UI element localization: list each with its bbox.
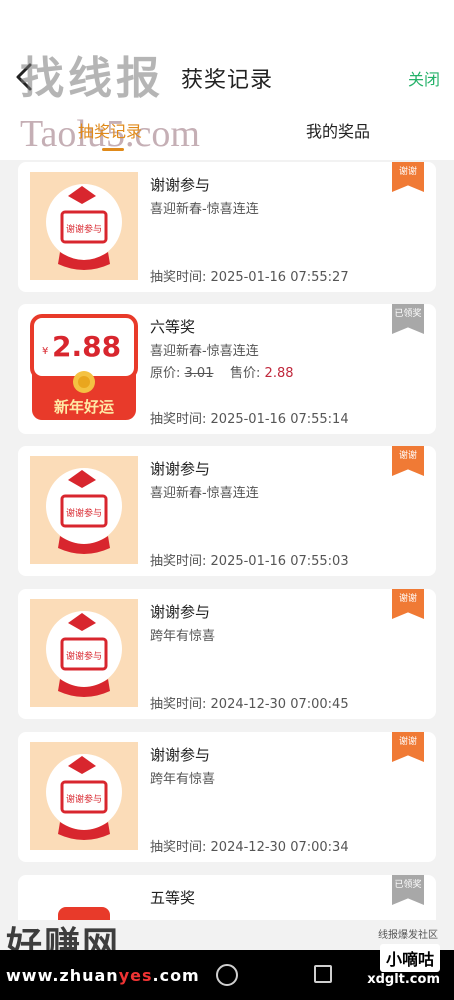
thanks-illustration-icon: 谢谢参与 (46, 611, 122, 697)
draw-time: 抽奖时间: 2025-01-16 07:55:03 (150, 554, 349, 569)
thanks-illustration-icon: 谢谢参与 (46, 468, 122, 554)
draw-time: 抽奖时间: 2024-12-30 07:00:45 (150, 697, 349, 712)
activity-name: 跨年有惊喜 (150, 629, 216, 644)
thanks-thumb-text: 谢谢参与 (66, 223, 102, 235)
status-ribbon: 谢谢 (392, 732, 424, 762)
record-card[interactable]: 谢谢参与 谢谢参与 跨年有惊喜 抽奖时间: 2024-12-30 07:00:3… (18, 732, 436, 862)
record-card[interactable]: 谢谢参与 谢谢参与 跨年有惊喜 抽奖时间: 2024-12-30 07:00:4… (18, 589, 436, 719)
status-ribbon: 谢谢 (392, 162, 424, 192)
thanks-thumbnail: 谢谢参与 (30, 456, 138, 564)
status-ribbon: 已领奖 (392, 875, 424, 905)
draw-time: 抽奖时间: 2025-01-16 07:55:14 (150, 412, 349, 427)
thanks-illustration-icon: 谢谢参与 (46, 184, 122, 270)
prize-name: 谢谢参与 (150, 176, 211, 194)
status-ribbon: 已领奖 (392, 304, 424, 334)
prize-name: 六等奖 (150, 318, 196, 336)
status-ribbon: 谢谢 (392, 446, 424, 476)
red-packet-thumbnail: ¥ 2.88 新年好运 (30, 314, 138, 422)
thanks-illustration-icon: 谢谢参与 (46, 754, 122, 840)
thanks-thumb-text: 谢谢参与 (66, 507, 102, 519)
watermark-badge-subtitle: 线报爆发社区 (378, 930, 438, 941)
home-circle-icon[interactable] (216, 964, 238, 986)
prize-name: 五等奖 (150, 889, 196, 907)
record-list[interactable]: 谢谢参与 谢谢参与 喜迎新春-惊喜连连 抽奖时间: 2025-01-16 07:… (0, 160, 454, 920)
thanks-thumbnail: 谢谢参与 (30, 742, 138, 850)
status-ribbon: 谢谢 (392, 589, 424, 619)
watermark-domain: xdglt.com (367, 972, 440, 987)
watermark-bottom-url: www.zhuanyes.com (6, 966, 200, 985)
page-title: 获奖记录 (180, 68, 273, 93)
red-packet-caption: 新年好运 (54, 398, 114, 416)
record-card[interactable]: ¥ 2.88 新年好运 六等奖 喜迎新春-惊喜连连 原价: 3.01 售价: 2… (18, 304, 436, 434)
red-packet-currency: ¥ (42, 346, 48, 357)
prize-name: 谢谢参与 (150, 603, 211, 621)
tab-my-prizes[interactable]: 我的奖品 (306, 118, 370, 142)
activity-name: 喜迎新春-惊喜连连 (150, 202, 259, 217)
tab-draw-records[interactable]: 抽奖记录 (78, 118, 142, 142)
price-row: 原价: 3.01 售价: 2.88 (150, 366, 294, 381)
activity-name: 喜迎新春-惊喜连连 (150, 344, 259, 359)
record-card[interactable]: 谢谢参与 谢谢参与 喜迎新春-惊喜连连 抽奖时间: 2025-01-16 07:… (18, 446, 436, 576)
record-card[interactable]: 五等奖 已领奖 (18, 875, 436, 920)
close-button[interactable]: 关闭 (408, 66, 440, 90)
watermark-bottom: 好赚网 (6, 925, 121, 966)
prize-name: 谢谢参与 (150, 746, 211, 764)
recent-apps-square-icon[interactable] (314, 965, 332, 983)
thanks-thumb-text: 谢谢参与 (66, 793, 102, 805)
red-packet-icon: ¥ 2.88 新年好运 (30, 314, 138, 420)
draw-time: 抽奖时间: 2025-01-16 07:55:27 (150, 270, 349, 285)
active-tab-indicator (102, 148, 124, 151)
prize-name: 谢谢参与 (150, 460, 211, 478)
header: 找线报 获奖记录 关闭 Taolu5.com 抽奖记录 我的奖品 (0, 0, 454, 160)
thanks-thumb-text: 谢谢参与 (66, 650, 102, 662)
draw-time: 抽奖时间: 2024-12-30 07:00:34 (150, 840, 349, 855)
thanks-thumbnail: 谢谢参与 (30, 599, 138, 707)
red-packet-amount: 2.88 (52, 330, 121, 363)
activity-name: 喜迎新春-惊喜连连 (150, 486, 259, 501)
record-card[interactable]: 谢谢参与 谢谢参与 喜迎新春-惊喜连连 抽奖时间: 2025-01-16 07:… (18, 162, 436, 292)
activity-name: 跨年有惊喜 (150, 772, 216, 787)
red-packet-thumbnail (30, 885, 138, 920)
red-packet-icon (58, 907, 110, 920)
thanks-thumbnail: 谢谢参与 (30, 172, 138, 280)
watermark-badge: 小嘀咕 (379, 944, 440, 972)
